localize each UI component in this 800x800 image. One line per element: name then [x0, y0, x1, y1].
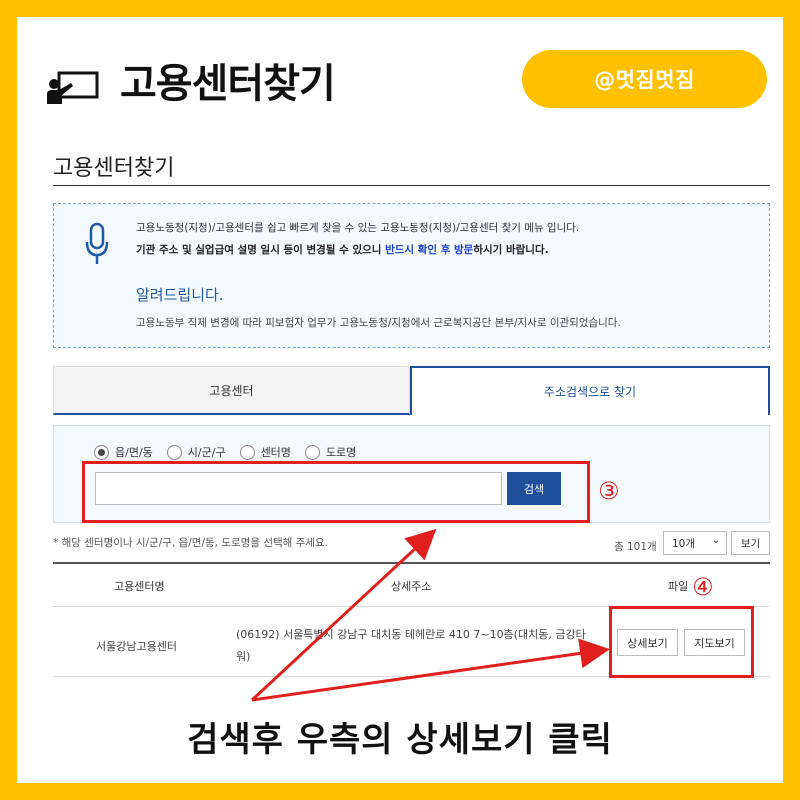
highlight-box-step3: [82, 461, 590, 523]
row-center-name: 서울강남고용센터: [96, 640, 177, 653]
radio-button[interactable]: [166, 444, 182, 460]
notice-text-1: 고용노동청(지청)/고용센터를 쉽고 빠르게 찾을 수 있는 고용노동청(지청)…: [136, 222, 580, 234]
search-type-radio-group: 읍/면/동 시/군/구 센터명 도로명: [94, 444, 370, 460]
step-3-marker: ③: [598, 477, 620, 505]
microphone-icon: [85, 222, 109, 264]
title-divider: [53, 185, 770, 186]
chevron-down-icon: ⌄: [711, 535, 720, 546]
radio-button[interactable]: [304, 444, 320, 460]
table-top-border: [53, 562, 770, 564]
radio-option-road-name[interactable]: 도로명: [304, 444, 356, 460]
notice-box: 고용노동청(지청)/고용센터를 쉽고 빠르게 찾을 수 있는 고용노동청(지청)…: [53, 203, 770, 348]
highlight-box-step4: [609, 606, 754, 678]
column-header-address: 상세주소: [391, 580, 432, 593]
notice-text-3: 고용노동부 직제 변경에 따라 피보험자 업무가 고용노동청/지청에서 근로복지…: [136, 317, 621, 329]
header-title: 고용센터찾기: [120, 61, 336, 107]
radio-button[interactable]: [239, 444, 255, 460]
radio-button[interactable]: [94, 444, 109, 460]
view-button[interactable]: 보기: [731, 531, 770, 555]
presentation-icon: [47, 71, 99, 104]
radio-option-dong[interactable]: 읍/면/동: [94, 444, 153, 460]
per-page-select[interactable]: 10개 ⌄: [663, 531, 727, 555]
notice-highlight: 반드시 확인 후 방문: [385, 244, 474, 256]
step-4-marker: ④: [692, 573, 714, 601]
tab-address-search[interactable]: 주소검색으로 찾기: [410, 366, 770, 415]
author-handle-badge: @멋짐멋짐: [522, 50, 767, 108]
page-title: 고용센터찾기: [53, 156, 175, 181]
total-count: 총 101개: [614, 541, 657, 553]
row-address: (06192) 서울특별시 강남구 대치동 테헤란로 410 7~10층(대치동…: [236, 628, 586, 663]
tab-center[interactable]: 고용센터: [53, 366, 410, 415]
notice-text-2: 기관 주소 및 실업급여 설명 일시 등이 변경될 수 있으니 반드시 확인 후…: [136, 244, 549, 256]
search-hint: * 해당 센터명이나 시/군/구, 읍/면/동, 도로명을 선택해 주세요.: [53, 537, 328, 549]
column-header-center-name: 고용센터명: [114, 580, 165, 593]
column-header-file: 파일: [668, 580, 689, 593]
notice-heading: 알려드립니다.: [136, 286, 224, 304]
instruction-caption: 검색후 우측의 상세보기 클릭: [187, 720, 613, 760]
radio-option-center-name[interactable]: 센터명: [239, 444, 291, 460]
radio-option-sigungu[interactable]: 시/군/구: [166, 444, 226, 460]
